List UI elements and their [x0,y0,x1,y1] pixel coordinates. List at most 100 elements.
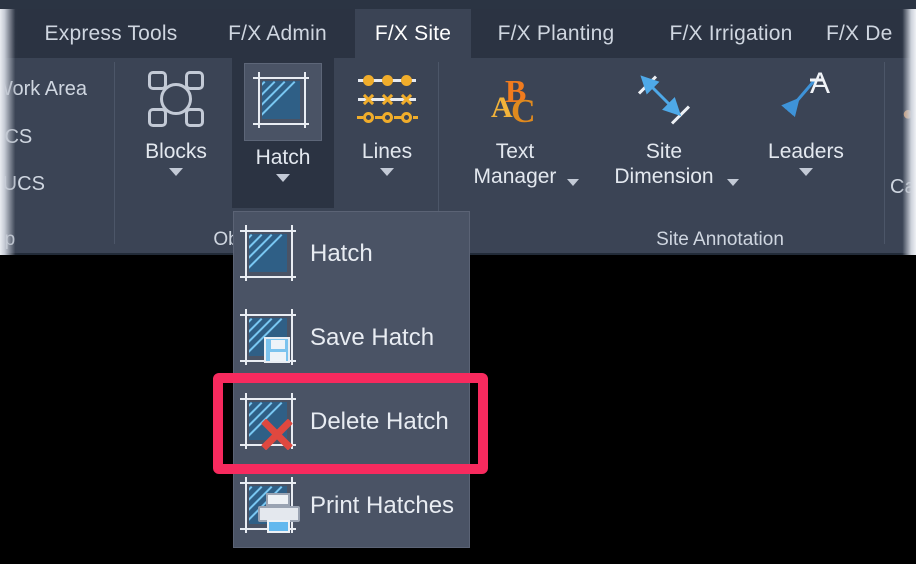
hatch-fill [249,234,287,272]
crop-mark [258,72,260,128]
hatch-icon-art [238,391,300,453]
menu-item-delete-hatch[interactable]: Delete Hatch [234,380,469,464]
leaders-icon-art: A [774,67,838,131]
nub-tl [148,71,167,90]
ribbon-button-label: Leaders [768,140,844,163]
chevron-down-icon-site-dimension[interactable] [727,179,739,186]
tab-fx-irrigation[interactable]: F/X Irrigation [641,9,821,58]
hatch-icon-art [238,223,300,285]
crop-mark [304,72,306,128]
tab-label: F/X Admin [228,21,327,45]
glyph-container [244,63,322,141]
ribbon-button-hatch[interactable]: Hatch [232,58,334,208]
ribbon-button-leaders[interactable]: A Leaders [752,63,860,176]
ring-marker [401,112,412,123]
floppy-disk-icon [264,337,290,363]
tab-fx-admin[interactable]: F/X Admin [205,9,350,58]
menu-item-label: Save Hatch [310,324,435,351]
tab-label: Express Tools [44,21,178,45]
hatch-icon [251,70,315,134]
tab-label: F/X Irrigation [669,21,793,45]
delete-hatch-icon [238,391,300,453]
letter-c: C [511,93,536,130]
print-hatches-icon [238,475,300,537]
chevron-down-icon[interactable] [276,174,290,182]
dot [363,75,374,86]
x-marker [400,93,413,106]
menu-item-save-hatch[interactable]: Save Hatch [234,296,469,380]
nub-bl [148,108,167,127]
ribbon-button-text-manager[interactable]: A B C Text Manager [452,63,578,189]
site-dimension-icon [632,67,696,131]
nub-br [185,108,204,127]
chevron-down-icon[interactable] [799,168,813,176]
tab-label: F/X Site [374,21,452,45]
blocks-icon-art [144,67,208,131]
red-x-icon [258,415,296,453]
hatch-icon-art [238,475,300,537]
dimension-arrow-svg [640,75,682,117]
left-edge-fade [0,9,18,255]
x-marker [362,93,375,106]
nub-tr [185,71,204,90]
panel-separator [884,62,885,244]
blocks-icon [144,67,208,131]
menu-item-label: Print Hatches [310,492,455,519]
tab-label: F/X De [826,21,893,45]
tab-fx-site[interactable]: F/X Site [355,9,471,58]
screenshot-root: Express Tools F/X Admin F/X Site F/X Pla… [0,0,916,564]
chevron-down-icon-text-manager[interactable] [567,179,579,186]
printer-top [266,493,290,506]
save-hatch-icon [238,307,300,369]
panel-separator [114,62,115,244]
crop-mark [253,123,309,125]
glyph-container [351,63,423,135]
printer-output-paper [267,520,290,533]
label: Site Annotation [656,229,784,250]
hatch-icon-art [251,70,315,134]
ribbon-button-label-line2: Dimension [614,165,714,188]
chevron-down-icon[interactable] [169,168,183,176]
ribbon-button-label: Blocks [145,140,207,163]
abc-icon-art: A B C [483,67,547,131]
dot [382,75,393,86]
ribbon-button-label: Hatch [255,146,311,169]
tab-express-tools[interactable]: Express Tools [22,9,200,58]
dash [413,116,418,119]
printer-icon [258,493,300,535]
ribbon-button-label-line2: Manager [473,165,557,188]
tab-label: F/X Planting [497,21,615,45]
panel-label-site-annotation: Site Annotation [560,229,880,251]
glyph-container: A [770,63,842,135]
ring-marker [382,112,393,123]
lines-icon [355,67,419,131]
ribbon-button-site-dimension[interactable]: Site Dimension [600,63,728,189]
ribbon-button-blocks[interactable]: Blocks [130,63,222,176]
crop-mark [253,77,309,79]
glyph-container [140,63,212,135]
hatch-icon [238,223,300,285]
x-marker [381,93,394,106]
leaders-icon: A [774,67,838,131]
floppy-label [270,352,286,361]
right-edge-fade [900,9,916,255]
ribbon-button-label-line1: Site [645,140,683,163]
tab-fx-planting[interactable]: F/X Planting [476,9,636,58]
glyph-container [628,63,700,135]
dimension-icon-art [632,67,696,131]
ribbon-button-lines[interactable]: Lines [340,63,434,176]
lines-icon-art [355,67,419,131]
hatch-dropdown-menu: Hatch Save Hatch Delete Hatch Print Hatc… [233,211,470,548]
ring-marker [363,112,374,123]
ribbon-button-label-line1: Text [495,140,535,163]
chevron-down-icon[interactable] [380,168,394,176]
menu-item-hatch[interactable]: Hatch [234,212,469,296]
hatch-icon-art [238,307,300,369]
letter-a: A [810,67,831,100]
glyph-container: A B C [479,63,551,135]
menu-item-label: Delete Hatch [310,408,449,435]
hatch-fill [262,81,300,119]
menu-item-print-hatches[interactable]: Print Hatches [234,464,469,548]
ribbon-button-label: Lines [361,140,413,163]
menu-item-label: Hatch [310,240,373,267]
